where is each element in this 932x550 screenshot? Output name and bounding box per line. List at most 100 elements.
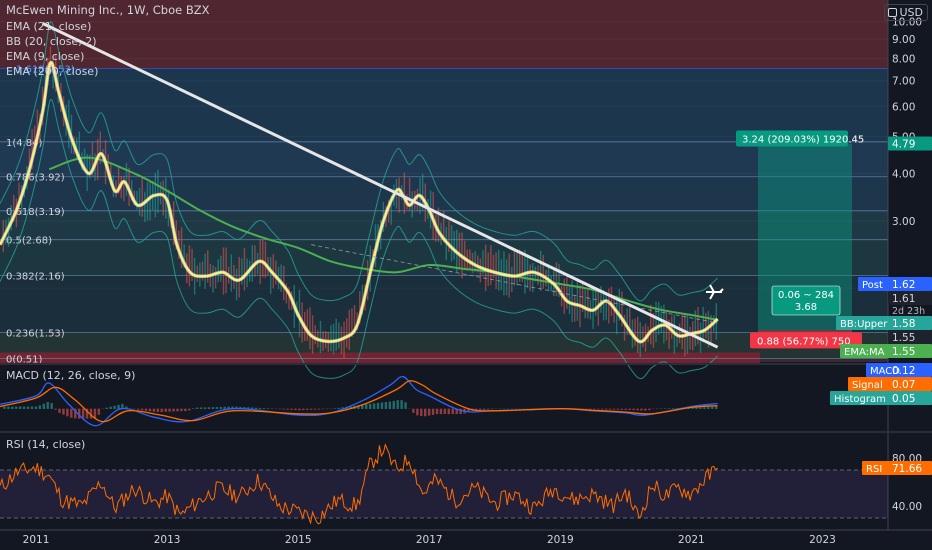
macd-bar xyxy=(26,406,30,409)
macd-bar xyxy=(412,408,415,413)
macd-bar xyxy=(400,400,403,409)
macd-bar xyxy=(644,408,647,411)
indicator-bb-label[interactable]: BB (20, close, 2) xyxy=(6,34,97,49)
macd-bar xyxy=(54,408,57,410)
macd-bar xyxy=(707,407,710,409)
macd-bar xyxy=(404,402,407,409)
macd-bar xyxy=(333,408,336,409)
macd-bar xyxy=(396,400,399,409)
macd-bar xyxy=(600,408,604,410)
currency-selector[interactable]: USD xyxy=(884,4,928,21)
macd-bar xyxy=(34,406,38,409)
price-chart[interactable]: 1.618(7.53)1(4.84)0.786(3.92)0.618(3.19)… xyxy=(0,0,932,550)
macd-bar xyxy=(608,408,612,410)
macd-bar xyxy=(636,408,639,411)
macd-badge-value: 0.12 xyxy=(892,365,915,377)
macd-bar xyxy=(160,408,163,412)
macd-bar xyxy=(313,408,317,410)
price-badge-name: BB:Upper xyxy=(840,319,888,330)
macd-badge-value: 0.07 xyxy=(892,379,915,391)
ratio-label-line1: 0.06 ~ 284 xyxy=(778,290,834,301)
macd-badge-name: Histogram xyxy=(834,394,886,405)
macd-bar xyxy=(632,408,635,411)
macd-bar xyxy=(262,408,266,409)
macd-bar xyxy=(699,407,702,409)
price-badge-value: 1.55 xyxy=(892,346,915,358)
macd-bar xyxy=(306,408,309,410)
macd-bar xyxy=(593,408,596,410)
macd-bar xyxy=(38,405,42,409)
fib-level-label: 0.5(2.68) xyxy=(6,236,52,247)
macd-bar xyxy=(176,408,179,412)
macd-bar xyxy=(459,408,462,415)
macd-bar xyxy=(286,408,289,410)
macd-bar xyxy=(695,407,698,409)
macd-bar xyxy=(384,402,388,409)
macd-bar xyxy=(671,408,675,409)
price-tick-label: 6.00 xyxy=(892,101,915,113)
macd-bar xyxy=(3,406,6,409)
indicator-ema9-label[interactable]: EMA (9, close) xyxy=(6,49,84,64)
macd-bar xyxy=(337,407,340,409)
macd-bar xyxy=(714,406,718,409)
macd-bar xyxy=(19,406,22,409)
macd-bar xyxy=(309,408,313,410)
macd-bar xyxy=(628,408,631,410)
macd-bar xyxy=(195,407,199,409)
macd-bar xyxy=(317,408,321,410)
macd-bar xyxy=(711,406,714,409)
macd-bar xyxy=(199,407,203,409)
rsi-pane-label[interactable]: RSI (14, close) xyxy=(6,437,85,452)
macd-bar xyxy=(416,408,419,416)
macd-bar xyxy=(290,408,293,410)
fib-zone xyxy=(0,176,888,211)
macd-bar xyxy=(11,406,14,409)
macd-bar xyxy=(612,408,616,410)
macd-bar xyxy=(298,408,301,411)
macd-bar xyxy=(447,408,451,415)
macd-bar xyxy=(648,408,651,411)
macd-pane-label[interactable]: MACD (12, 26, close, 9) xyxy=(6,368,135,383)
macd-bar xyxy=(15,406,18,409)
macd-bar xyxy=(250,407,254,409)
fib-zone xyxy=(0,275,888,333)
macd-bar xyxy=(640,408,643,411)
macd-bar xyxy=(278,408,281,410)
macd-bar xyxy=(321,408,325,410)
macd-bar xyxy=(140,408,144,411)
macd-bar xyxy=(144,408,148,411)
ratio-label-line2: 3.68 xyxy=(795,302,817,313)
rsi-badge-name: RSI xyxy=(866,464,882,475)
macd-bar xyxy=(62,408,65,415)
macd-bar xyxy=(589,408,592,410)
macd-bar xyxy=(604,408,608,410)
rsi-badge-value: 71.66 xyxy=(892,463,922,475)
macd-bar xyxy=(254,407,258,409)
time-tick-label: 2023 xyxy=(809,534,836,546)
macd-bar xyxy=(376,402,380,409)
macd-bar xyxy=(490,408,494,410)
macd-bar xyxy=(136,408,140,410)
macd-bar xyxy=(424,408,427,417)
indicator-ema21-label[interactable]: EMA (21, close) xyxy=(6,19,91,34)
macd-bar xyxy=(50,402,53,409)
macd-bar xyxy=(42,403,45,409)
macd-bar xyxy=(70,408,73,418)
macd-bar xyxy=(180,408,183,412)
macd-bar xyxy=(184,408,187,412)
time-tick-label: 2013 xyxy=(154,534,181,546)
macd-bar xyxy=(427,408,431,416)
macd-bar xyxy=(372,403,376,409)
macd-bar xyxy=(294,408,297,411)
macd-bar xyxy=(215,407,219,409)
macd-bar xyxy=(188,408,191,411)
macd-bar xyxy=(223,406,226,409)
macd-bar xyxy=(392,400,395,409)
macd-bar xyxy=(282,408,285,410)
indicator-ema200-label[interactable]: EMA (200, close) xyxy=(6,64,98,79)
price-badge-value: 1.61 xyxy=(892,293,915,305)
lock-icon xyxy=(888,8,898,17)
macd-bar xyxy=(66,408,69,417)
macd-bar xyxy=(97,408,101,415)
price-badge-value: 1.62 xyxy=(892,279,915,291)
